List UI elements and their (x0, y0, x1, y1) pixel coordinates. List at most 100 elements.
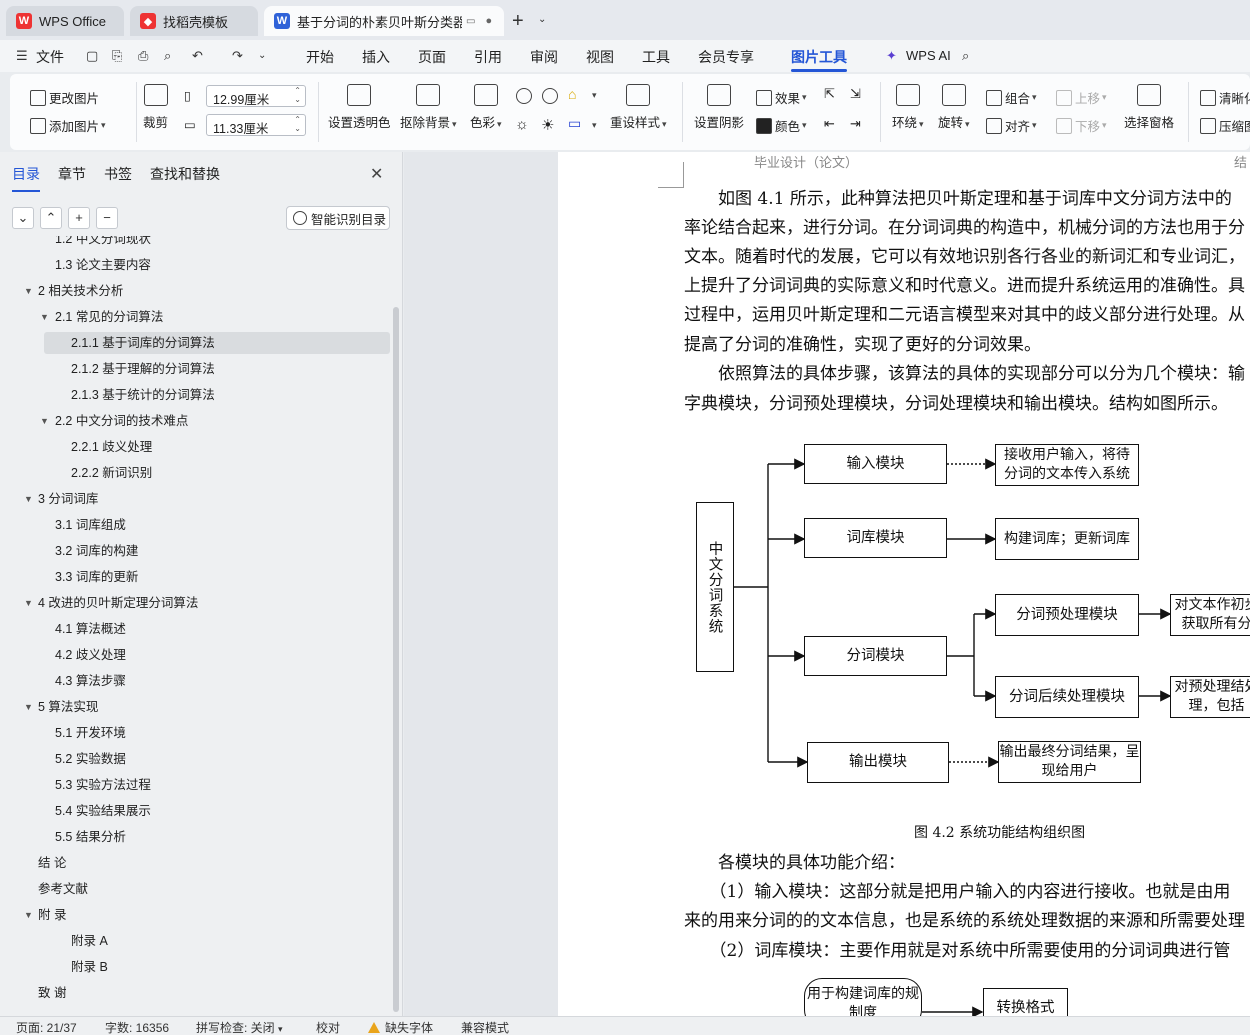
toc-item[interactable]: 1.3 论文主要内容 (0, 254, 392, 276)
add-heading-icon[interactable]: + (68, 207, 90, 229)
selection-pane-button[interactable]: 选择窗格 (1124, 84, 1174, 131)
toc-item[interactable]: 5.3 实验方法过程 (0, 774, 392, 796)
export-icon[interactable]: ⎘ (112, 49, 126, 63)
toc-item[interactable]: 2.2.1 歧义处理 (0, 436, 392, 458)
rotate-button[interactable]: 旋转 ▾ (938, 84, 970, 131)
menu-review[interactable]: 审阅 (530, 47, 558, 67)
expand-triangle-icon[interactable]: ▼ (24, 904, 33, 926)
toc-item[interactable]: 5.1 开发环境 (0, 722, 392, 744)
menu-picture-tools[interactable]: 图片工具 (791, 47, 847, 72)
menu-tools[interactable]: 工具 (642, 47, 670, 67)
highlight-icon[interactable]: ⌂ (568, 86, 576, 102)
menu-page[interactable]: 页面 (418, 47, 446, 67)
remove-background-button[interactable]: 抠除背景 ▾ (400, 84, 457, 131)
group-button[interactable]: 组合 ▾ (986, 88, 1037, 107)
clarity-button[interactable]: 清晰化 (1200, 88, 1250, 107)
toc-item[interactable]: ▼ 2.1 常见的分词算法 (0, 306, 392, 328)
toc-item[interactable]: 5.2 实验数据 (0, 748, 392, 770)
save-icon[interactable]: ▢ (86, 49, 100, 63)
shadow-right-icon[interactable]: ⇥ (850, 116, 861, 132)
expand-triangle-icon[interactable]: ▼ (24, 488, 33, 510)
align-button[interactable]: 对齐 ▾ (986, 116, 1037, 135)
shadow-up-icon[interactable]: ⇱ (824, 86, 835, 102)
scrollbar[interactable] (393, 307, 399, 1012)
shadow-left-icon[interactable]: ⇤ (824, 116, 835, 132)
menu-wps-ai[interactable]: WPS AI (906, 48, 951, 63)
toc-item[interactable]: ▼ 3 分词词库 (0, 488, 392, 510)
brightness-down-icon[interactable]: ☼ (515, 116, 529, 133)
tab-toc[interactable]: 目录 (12, 164, 40, 192)
reset-style-button[interactable]: 重设样式 ▾ (610, 84, 667, 131)
collapse-all-icon[interactable]: ⌄ (12, 207, 34, 229)
toc-item[interactable]: ▼ 2.2 中文分词的技术难点 (0, 410, 392, 432)
set-transparent-button[interactable]: 设置透明色 (328, 84, 391, 131)
search-icon[interactable]: ⌕ (962, 49, 976, 63)
expand-triangle-icon[interactable]: ▼ (24, 280, 33, 302)
set-shadow-button[interactable]: 设置阴影 (694, 84, 744, 131)
print-icon[interactable]: ⎙ (138, 49, 152, 63)
expand-triangle-icon[interactable]: ▼ (40, 410, 49, 432)
menu-insert[interactable]: 插入 (362, 47, 390, 67)
print-preview-icon[interactable]: ⌕ (164, 49, 178, 63)
color-button[interactable]: 色彩 ▾ (470, 84, 502, 131)
tab-wps-office[interactable]: W WPS Office (6, 6, 124, 36)
add-picture-button[interactable]: 添加图片 ▾ (30, 116, 106, 135)
expand-triangle-icon[interactable]: ▼ (24, 696, 33, 718)
page-count[interactable]: 页面: 21/37 (16, 1019, 77, 1035)
tab-docer-templates[interactable]: ◆ 找稻壳模板 (130, 6, 258, 36)
toc-item[interactable]: 3.3 词库的更新 (0, 566, 392, 588)
chevron-down-icon[interactable]: ⌄ (258, 49, 272, 63)
fill-color-button[interactable]: 颜色 ▾ (756, 116, 807, 135)
tab-find-replace[interactable]: 查找和替换 (150, 164, 220, 192)
menu-view[interactable]: 视图 (586, 47, 614, 67)
toc-item[interactable]: 2.1.2 基于理解的分词算法 (0, 358, 392, 380)
rotate-right-icon[interactable] (542, 88, 558, 104)
toc-item[interactable]: 5.5 结果分析 (0, 826, 392, 848)
tab-bookmarks[interactable]: 书签 (104, 164, 132, 192)
tab-sections[interactable]: 章节 (58, 164, 86, 192)
hamburger-icon[interactable]: ☰ (16, 49, 30, 63)
toc-item[interactable]: ▼ 附 录 (0, 904, 392, 926)
undo-icon[interactable]: ↶ (192, 49, 206, 63)
toc-item[interactable]: 3.2 词库的构建 (0, 540, 392, 562)
compress-button[interactable]: 压缩图 (1200, 116, 1250, 135)
shadow-down-icon[interactable]: ⇲ (850, 86, 861, 102)
remove-heading-icon[interactable]: − (96, 207, 118, 229)
send-backward-button[interactable]: 下移 ▾ (1056, 116, 1107, 135)
toc-item[interactable]: 2.2.2 新词识别 (0, 462, 392, 484)
expand-triangle-icon[interactable]: ▼ (24, 592, 33, 614)
toc-item[interactable]: 结 论 (0, 852, 392, 874)
toc-item[interactable]: 4.1 算法概述 (0, 618, 392, 640)
chevron-down-icon[interactable]: ▾ (592, 90, 597, 101)
redo-icon[interactable]: ↷ (232, 49, 246, 63)
rotate-left-icon[interactable] (516, 88, 532, 104)
height-input[interactable]: 11.33厘米 (206, 114, 306, 136)
border-color-icon[interactable]: ▭ (568, 115, 581, 132)
toc-item[interactable]: ▼ 2 相关技术分析 (0, 280, 392, 302)
word-count[interactable]: 字数: 16356 (105, 1019, 169, 1035)
tab-document[interactable]: W 基于分词的朴素贝叶斯分类器 ▭ ● (264, 6, 504, 36)
toc-item[interactable]: 3.1 词库组成 (0, 514, 392, 536)
effects-button[interactable]: 效果 ▾ (756, 88, 807, 107)
toc-item[interactable]: 5.4 实验结果展示 (0, 800, 392, 822)
toc-item[interactable]: 2.1.3 基于统计的分词算法 (0, 384, 392, 406)
wrap-button[interactable]: 环绕 ▾ (892, 84, 924, 131)
menu-home[interactable]: 开始 (306, 47, 334, 67)
smart-toc-button[interactable]: 智能识别目录 (286, 206, 390, 230)
toc-item[interactable]: ▼ 5 算法实现 (0, 696, 392, 718)
chevron-down-icon[interactable]: ▾ (592, 120, 597, 131)
crop-button[interactable]: 裁剪 (143, 84, 168, 131)
menu-references[interactable]: 引用 (474, 47, 502, 67)
missing-font-button[interactable]: 缺失字体 (368, 1019, 433, 1035)
menu-file[interactable]: 文件 (36, 47, 64, 67)
toc-item[interactable]: 1.2 中文分词现状 (0, 236, 392, 250)
toc-item[interactable]: 致 谢 (0, 982, 392, 1004)
toc-item[interactable]: 2.1.1 基于词库的分词算法 (44, 332, 390, 354)
chevron-down-icon[interactable]: ⌄ (538, 14, 546, 25)
expand-up-icon[interactable]: ⌃ (40, 207, 62, 229)
menu-member[interactable]: 会员专享 (698, 47, 754, 67)
toc-item[interactable]: ▼ 4 改进的贝叶斯定理分词算法 (0, 592, 392, 614)
close-icon[interactable]: ✕ (370, 164, 383, 184)
new-tab-plus-icon[interactable]: + (512, 10, 524, 33)
toc-item[interactable]: 附录 A (0, 930, 392, 952)
